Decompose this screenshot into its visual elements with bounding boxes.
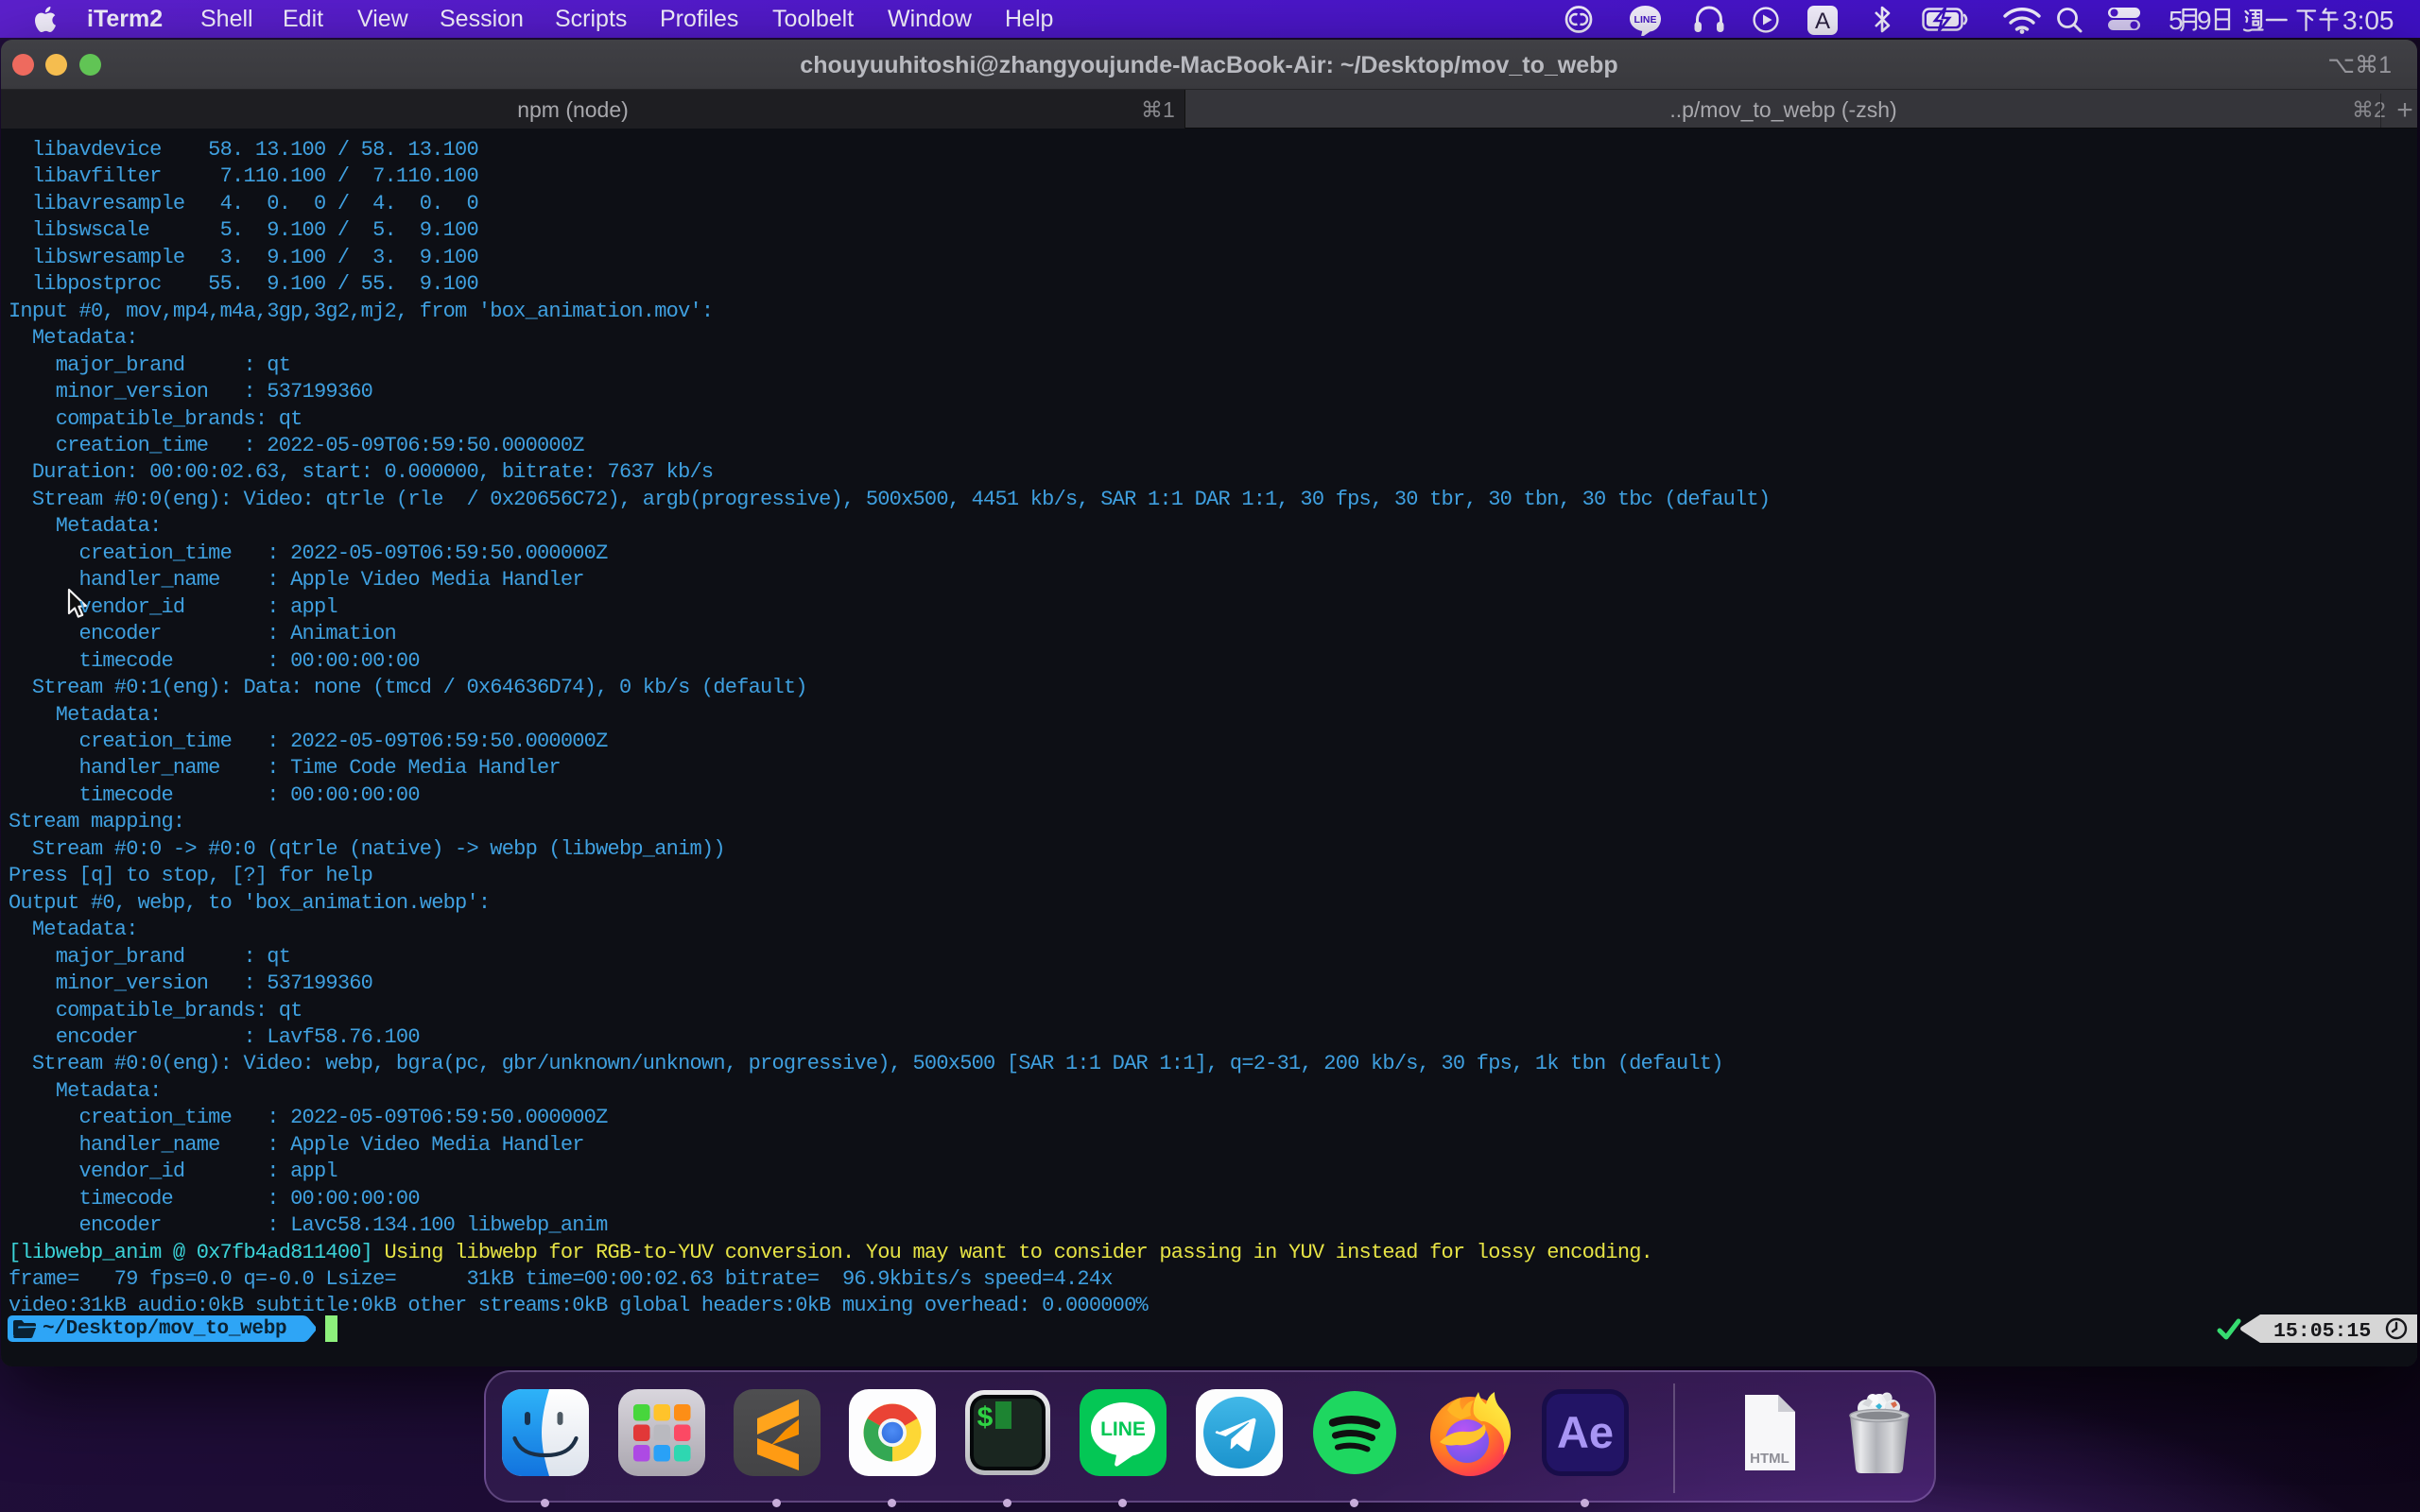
svg-text:$: $ xyxy=(977,1403,994,1435)
svg-text:LINE: LINE xyxy=(1634,14,1657,26)
svg-text:3:05: 3:05 xyxy=(2342,6,2394,35)
svg-text:Ae: Ae xyxy=(1557,1407,1614,1457)
svg-text:15:05:15: 15:05:15 xyxy=(2273,1320,2371,1343)
svg-text:A: A xyxy=(1815,9,1830,34)
svg-text:9: 9 xyxy=(2197,6,2212,35)
svg-text:LINE: LINE xyxy=(1100,1418,1146,1440)
svg-text:HTML: HTML xyxy=(1750,1451,1789,1467)
